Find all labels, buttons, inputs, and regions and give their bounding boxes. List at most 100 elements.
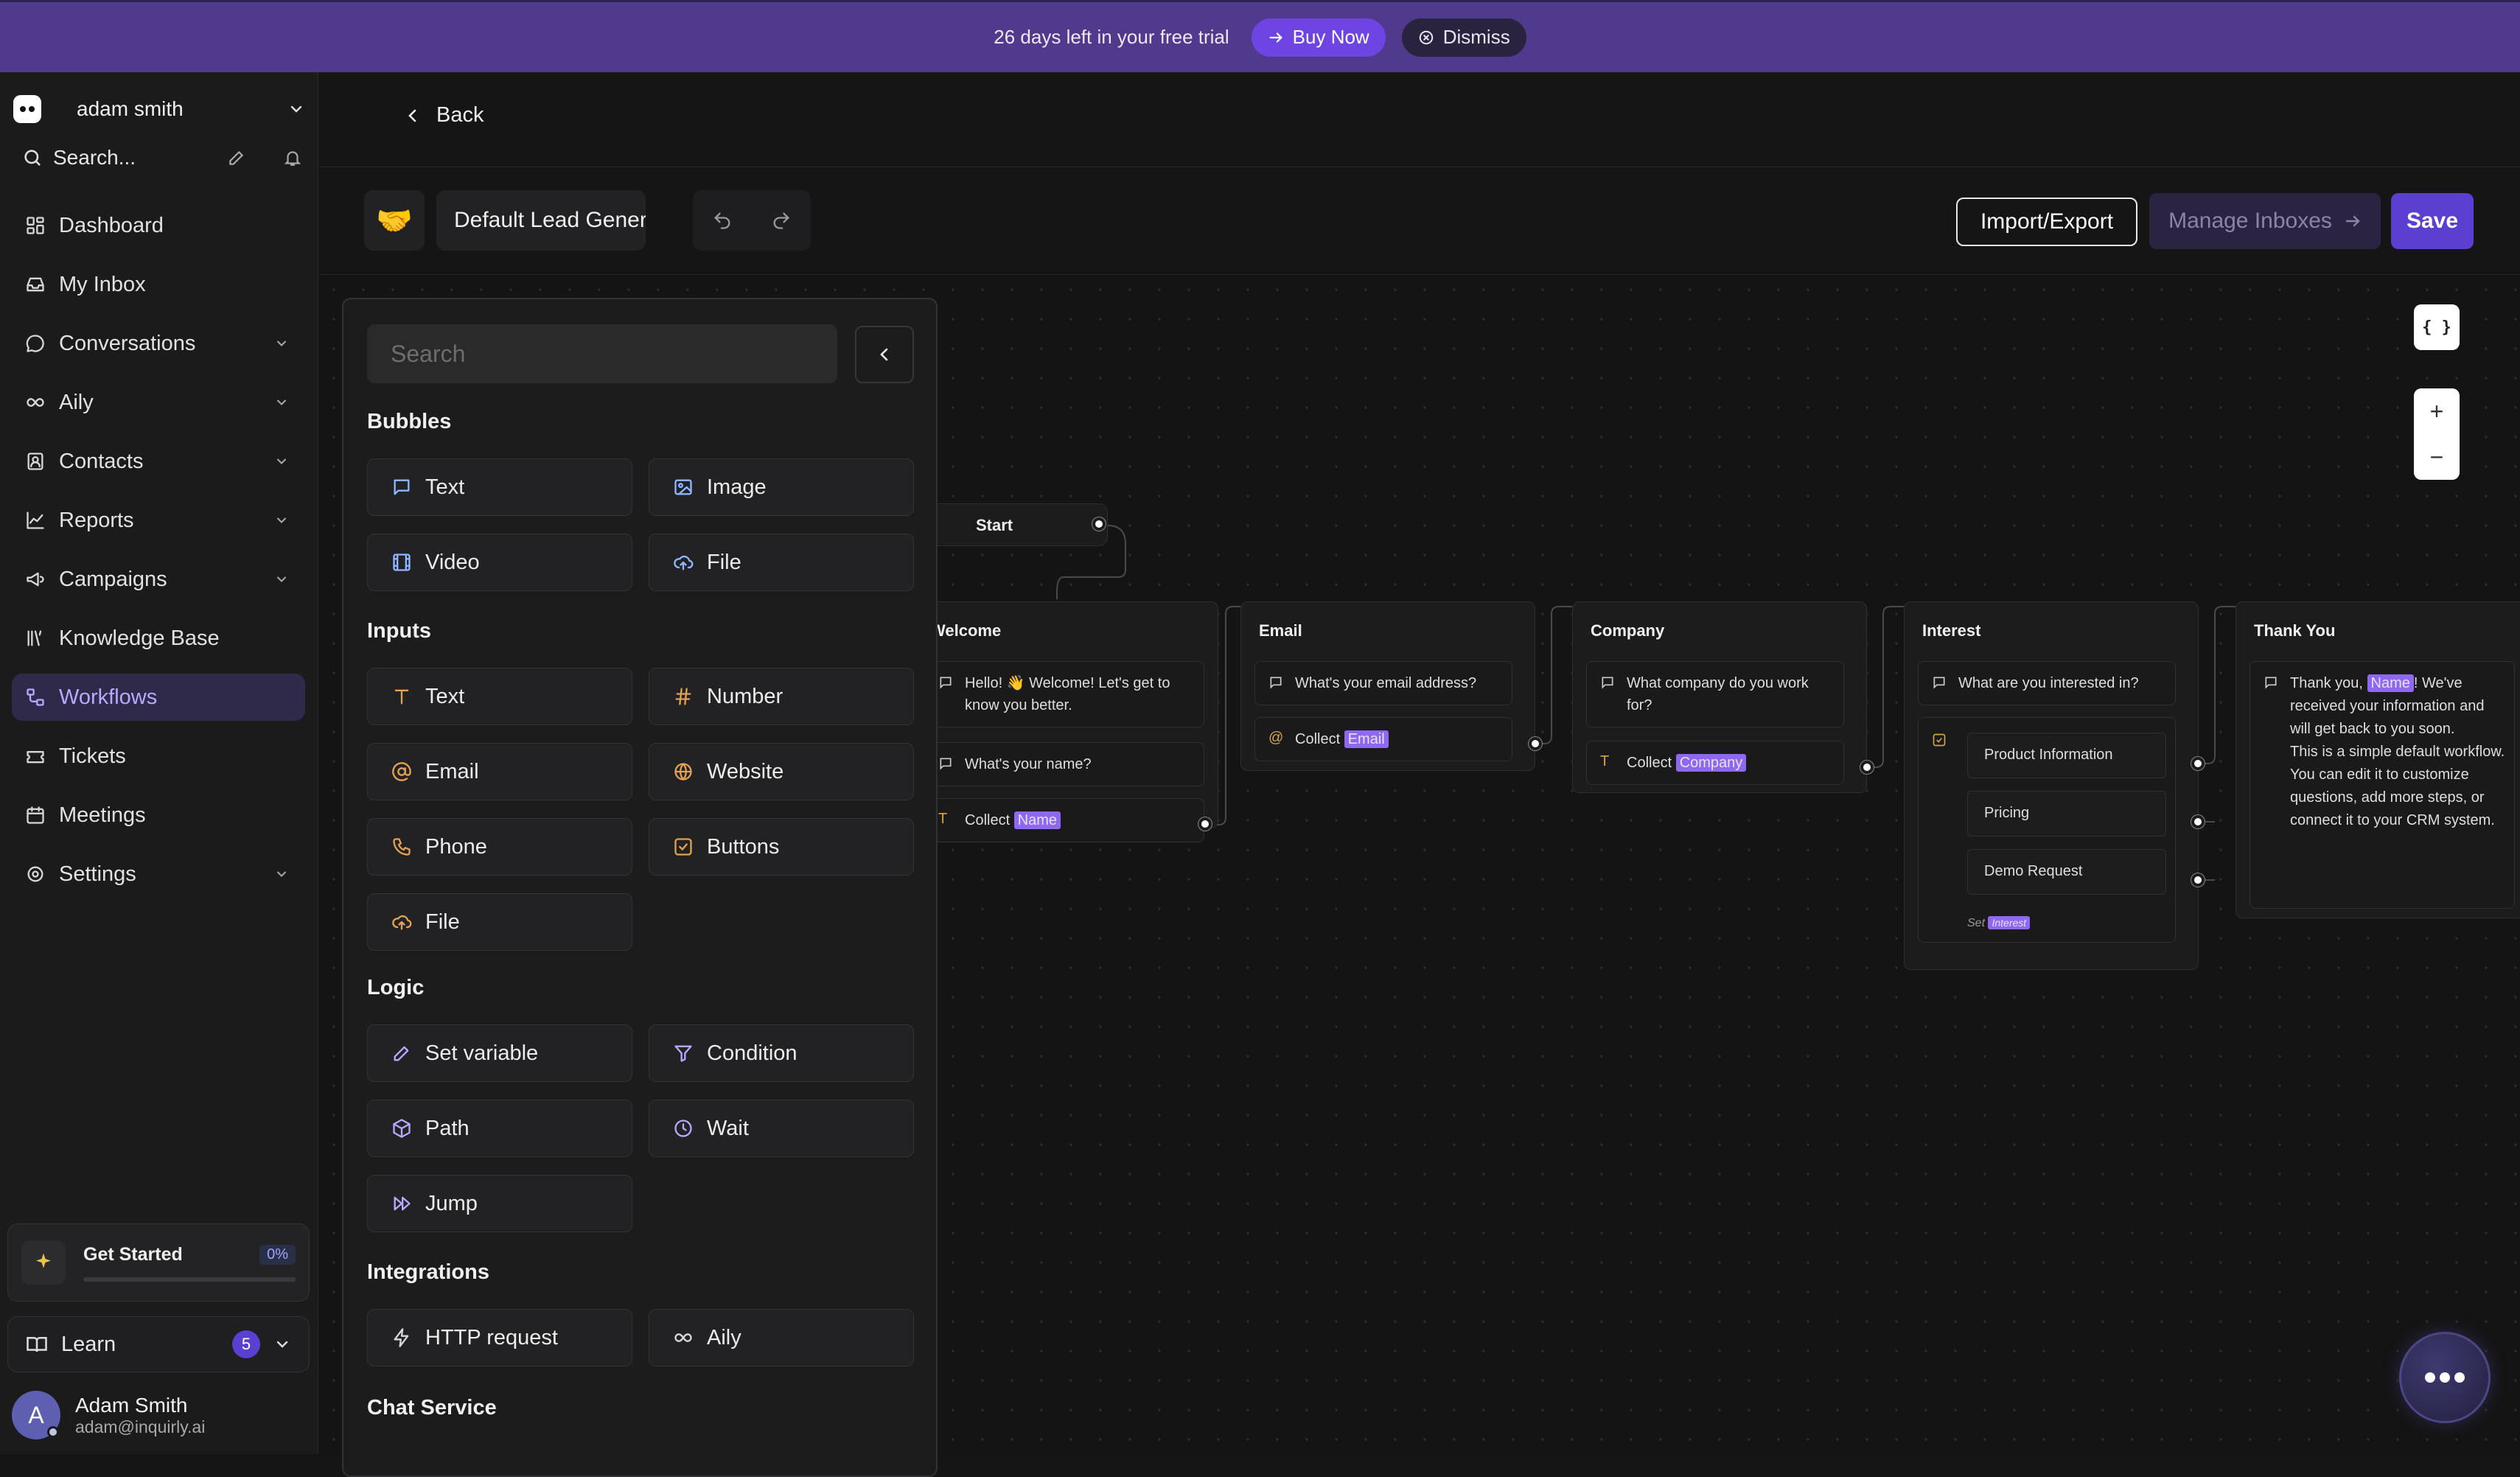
get-started-card[interactable]: Get Started 0%: [7, 1223, 310, 1302]
block-integrations-http-request[interactable]: HTTP request: [367, 1309, 632, 1366]
megaphone-icon: [25, 569, 46, 590]
message-step[interactable]: What's your name?: [924, 742, 1204, 786]
flow-node-thank-you[interactable]: Thank You Thank you, Name! We've receive…: [2235, 601, 2520, 918]
block-logic-set-variable[interactable]: Set variable: [367, 1024, 632, 1082]
variable-chip: Name: [1013, 811, 1061, 829]
sidebar-item-settings[interactable]: Settings: [12, 851, 305, 898]
option-button[interactable]: Demo Request: [1967, 849, 2166, 895]
block-bubbles-video[interactable]: Video: [367, 534, 632, 591]
get-started-progress: 0%: [259, 1244, 296, 1265]
start-node[interactable]: Start: [931, 503, 1108, 546]
block-bubbles-image[interactable]: Image: [649, 458, 914, 516]
block-inputs-text[interactable]: Text: [367, 668, 632, 725]
start-output-port[interactable]: [1092, 517, 1106, 531]
workflow-icon: [25, 687, 46, 708]
block-inputs-phone[interactable]: Phone: [367, 818, 632, 876]
at-sign-icon: @: [1268, 730, 1284, 746]
output-port[interactable]: [1529, 737, 1542, 750]
chevron-left-icon: [404, 107, 422, 125]
save-button[interactable]: Save: [2391, 193, 2474, 249]
block-logic-jump[interactable]: Jump: [367, 1175, 632, 1232]
collect-step[interactable]: T Collect Company: [1586, 741, 1844, 785]
buttons-step[interactable]: Product Information Pricing Demo Request S…: [1918, 717, 2176, 943]
block-bubbles-file[interactable]: File: [649, 534, 914, 591]
zoom-in-button[interactable]: +: [2414, 388, 2460, 434]
block-logic-path[interactable]: Path: [367, 1100, 632, 1157]
output-port[interactable]: [1860, 761, 1874, 774]
block-label: Buttons: [707, 834, 780, 859]
block-label: Image: [707, 475, 767, 499]
chevron-down-icon: [273, 1335, 291, 1353]
option-output-port[interactable]: [2191, 815, 2205, 828]
blocks-search-input[interactable]: Search: [367, 324, 837, 383]
sidebar-item-workflows[interactable]: Workflows: [12, 674, 305, 721]
bell-icon[interactable]: [283, 148, 302, 167]
chart-line-icon: [25, 510, 46, 531]
message-step[interactable]: Thank you, Name! We've received your inf…: [2249, 661, 2515, 909]
learn-label: Learn: [61, 1332, 116, 1356]
undo-icon[interactable]: [712, 210, 733, 231]
sidebar-item-conversations[interactable]: Conversations: [12, 320, 305, 367]
sidebar-item-meetings[interactable]: Meetings: [12, 792, 305, 839]
block-logic-wait[interactable]: Wait: [649, 1100, 914, 1157]
chat-launcher-button[interactable]: [2399, 1332, 2491, 1423]
user-profile[interactable]: A Adam Smith adam@inquirly.ai: [12, 1389, 307, 1442]
sidebar-item-my-inbox[interactable]: My Inbox: [12, 261, 305, 308]
sidebar-item-contacts[interactable]: Contacts: [12, 438, 305, 485]
set-variable-row: Set Interest: [1967, 916, 2031, 930]
sidebar-item-campaigns[interactable]: Campaigns: [12, 556, 305, 603]
variables-button[interactable]: { }: [2414, 304, 2460, 350]
sidebar-item-knowledge-base[interactable]: Knowledge Base: [12, 615, 305, 662]
text-type-icon: T: [938, 811, 948, 827]
block-integrations-aily[interactable]: Aily: [649, 1309, 914, 1366]
flow-name-input[interactable]: Default Lead Generation: [436, 190, 646, 251]
zoom-out-button[interactable]: −: [2414, 434, 2460, 480]
block-inputs-website[interactable]: Website: [649, 743, 914, 800]
flow-node-welcome[interactable]: Welcome Hello! 👋 Welcome! Let's get to k…: [924, 601, 1218, 842]
block-inputs-file[interactable]: File: [367, 893, 632, 951]
option-output-port[interactable]: [2191, 757, 2205, 770]
section-title-integrations: Integrations: [367, 1260, 489, 1284]
sidebar-item-reports[interactable]: Reports: [12, 497, 305, 544]
message-step[interactable]: What are you interested in?: [1918, 661, 2176, 705]
sidebar-search[interactable]: Search...: [22, 139, 302, 177]
back-button[interactable]: Back: [404, 103, 484, 128]
flow-node-company[interactable]: Company What company do you work for? T …: [1572, 601, 1874, 793]
sidebar-item-dashboard[interactable]: Dashboard: [12, 202, 305, 249]
workspace-switcher[interactable]: adam smith: [13, 88, 305, 130]
option-button[interactable]: Product Information: [1967, 733, 2166, 778]
block-bubbles-text[interactable]: Text: [367, 458, 632, 516]
block-inputs-buttons[interactable]: Buttons: [649, 818, 914, 876]
flow-emoji-button[interactable]: 🤝: [364, 190, 425, 251]
sidebar-item-label: Contacts: [59, 449, 144, 473]
flow-node-interest[interactable]: Interest What are you interested in? Pro…: [1904, 601, 2205, 970]
node-title: Welcome: [930, 621, 1002, 640]
sidebar-item-tickets[interactable]: Tickets: [12, 733, 305, 780]
chevron-down-icon: [287, 100, 305, 118]
redo-icon[interactable]: [771, 210, 792, 231]
block-logic-condition[interactable]: Condition: [649, 1024, 914, 1082]
message-step[interactable]: What company do you work for?: [1586, 661, 1844, 727]
option-output-port[interactable]: [2191, 873, 2205, 887]
flow-node-email[interactable]: Email What's your email address? @ Colle…: [1240, 601, 1542, 771]
collect-step[interactable]: @ Collect Email: [1254, 717, 1512, 761]
sidebar-item-aily[interactable]: Aily: [12, 379, 305, 426]
option-button[interactable]: Pricing: [1967, 791, 2166, 837]
compose-icon[interactable]: [227, 148, 246, 167]
book-open-icon: [26, 1333, 48, 1355]
message-step[interactable]: Hello! 👋 Welcome! Let's get to know you …: [924, 661, 1204, 727]
buy-now-button[interactable]: Buy Now: [1251, 18, 1386, 57]
message-step[interactable]: What's your email address?: [1254, 661, 1512, 705]
manage-inboxes-button[interactable]: Manage Inboxes: [2149, 193, 2381, 249]
block-inputs-email[interactable]: Email: [367, 743, 632, 800]
globe-icon: [673, 761, 694, 782]
import-export-button[interactable]: Import/Export: [1956, 198, 2137, 246]
learn-button[interactable]: Learn 5: [7, 1316, 310, 1372]
arrow-right-icon: [1268, 29, 1284, 46]
block-inputs-number[interactable]: Number: [649, 668, 914, 725]
calendar-icon: [25, 805, 46, 825]
dismiss-button[interactable]: Dismiss: [1401, 18, 1526, 57]
collapse-panel-button[interactable]: [855, 326, 914, 383]
collect-step[interactable]: T Collect Name: [924, 798, 1204, 842]
output-port[interactable]: [1198, 817, 1212, 831]
